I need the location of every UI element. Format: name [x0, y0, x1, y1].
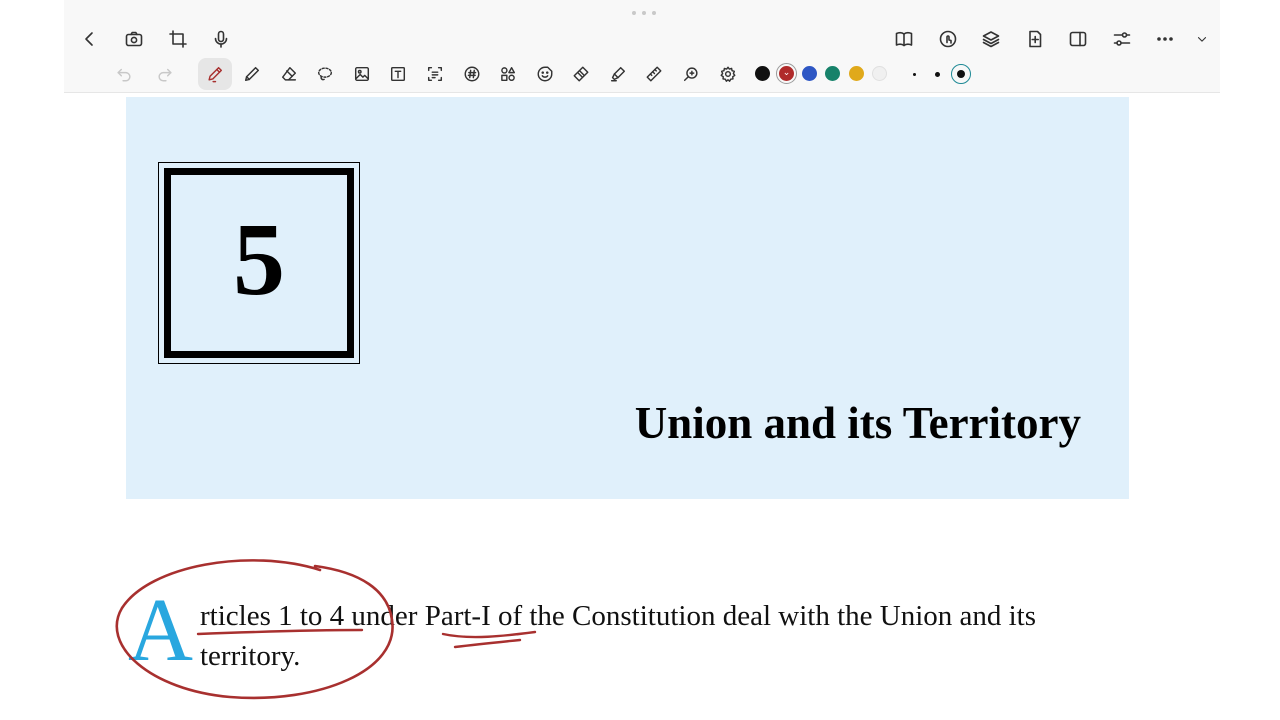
- color-swatch-green[interactable]: [825, 66, 840, 81]
- adjust-icon[interactable]: [1109, 26, 1135, 52]
- color-swatch-custom[interactable]: [872, 66, 887, 81]
- chapter-title: Union and its Territory: [634, 398, 1081, 448]
- left-margin: [0, 0, 64, 720]
- camera-icon[interactable]: [121, 26, 147, 52]
- zoom-icon[interactable]: [678, 61, 704, 87]
- lasso-icon[interactable]: [312, 61, 338, 87]
- pen-icon[interactable]: [198, 58, 232, 90]
- drop-cap: A: [128, 581, 193, 680]
- ruler-icon[interactable]: [641, 61, 667, 87]
- hashtag-icon[interactable]: [459, 61, 485, 87]
- chevron-down-icon[interactable]: [1189, 26, 1215, 52]
- stroke-size-large[interactable]: [951, 64, 971, 84]
- book-icon[interactable]: [891, 26, 917, 52]
- undo-icon[interactable]: [111, 61, 137, 87]
- sticker-icon[interactable]: [532, 61, 558, 87]
- crop-icon[interactable]: [165, 26, 191, 52]
- color-swatch-blue[interactable]: [802, 66, 817, 81]
- sidebar-icon[interactable]: [1065, 26, 1091, 52]
- touch-icon[interactable]: [935, 26, 961, 52]
- scan-text-icon[interactable]: [422, 61, 448, 87]
- stroke-size-medium[interactable]: [927, 64, 947, 84]
- highlighter-icon[interactable]: [605, 61, 631, 87]
- back-icon[interactable]: [77, 26, 103, 52]
- add-page-icon[interactable]: [1022, 26, 1048, 52]
- color-swatch-yellow[interactable]: [849, 66, 864, 81]
- color-swatch-red-selected[interactable]: ⌄: [776, 63, 797, 84]
- paragraph-line-2: territory.: [200, 640, 301, 672]
- eraser-icon[interactable]: [276, 61, 302, 87]
- shapes-icon[interactable]: [495, 61, 521, 87]
- layers-icon[interactable]: [978, 26, 1004, 52]
- note-app: ⌄ 5 Union and its Territory A rticles 1 …: [64, 0, 1220, 720]
- drag-handle[interactable]: [632, 8, 656, 18]
- chapter-number: 5: [233, 202, 285, 317]
- stroke-size-small[interactable]: [904, 64, 924, 84]
- chapter-number-box: 5: [158, 162, 360, 364]
- settings-icon[interactable]: [715, 61, 741, 87]
- redo-icon[interactable]: [152, 61, 178, 87]
- right-margin: [1216, 0, 1280, 720]
- color-swatch-black[interactable]: [755, 66, 770, 81]
- image-icon[interactable]: [349, 61, 375, 87]
- text-box-icon[interactable]: [385, 61, 411, 87]
- check-icon: ⌄: [782, 68, 791, 78]
- microphone-icon[interactable]: [208, 26, 234, 52]
- toolbar: ⌄: [64, 0, 1220, 93]
- pencil-icon[interactable]: [239, 61, 265, 87]
- more-icon[interactable]: [1152, 26, 1178, 52]
- paragraph-line-1: rticles 1 to 4 under Part-I of the Const…: [200, 600, 1037, 632]
- chapter-banner: 5 Union and its Territory: [126, 97, 1129, 499]
- tape-icon[interactable]: [568, 61, 594, 87]
